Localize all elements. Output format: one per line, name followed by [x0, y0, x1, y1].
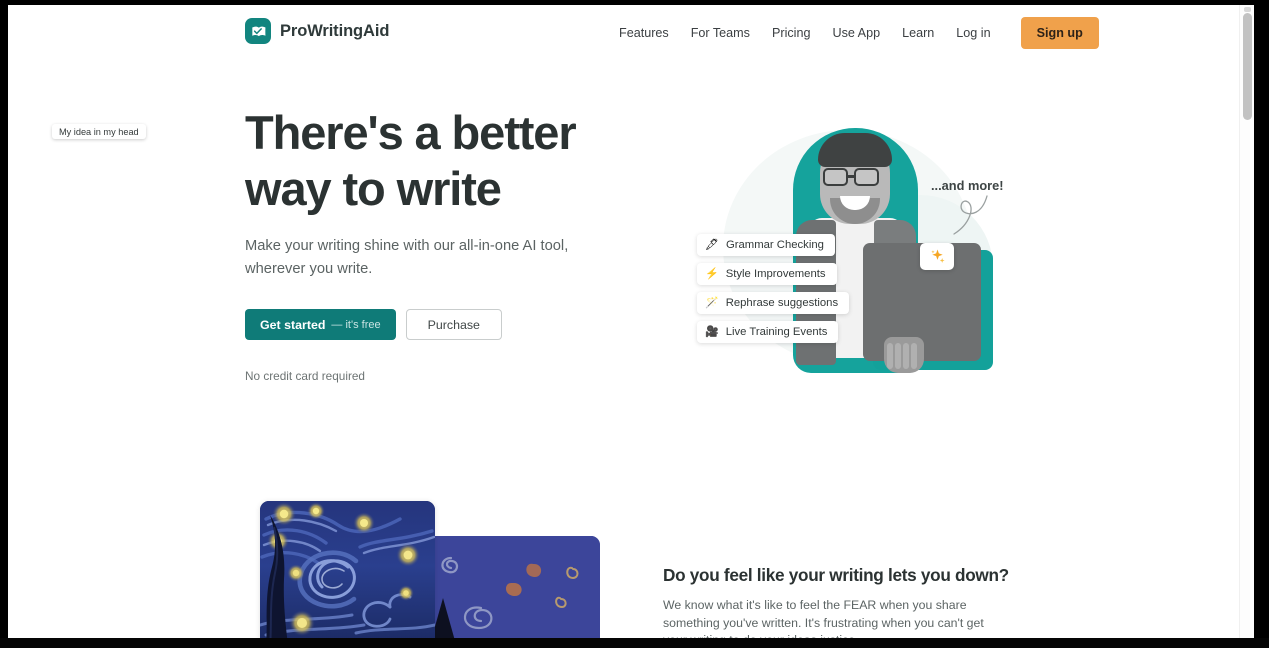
- magic-wand-icon: 🪄: [705, 296, 719, 309]
- film-camera-icon: 🎥: [705, 325, 719, 338]
- lower-text-block: Do you feel like your writing lets you d…: [663, 565, 1013, 638]
- glasses-lens-right: [854, 168, 879, 186]
- hero-title-line-1: There's a better: [245, 106, 577, 159]
- crude-drawing-card: [425, 536, 600, 638]
- window-left-bezel: [0, 0, 8, 648]
- nav-item-learn[interactable]: Learn: [891, 17, 945, 49]
- window-right-bezel: [1262, 0, 1269, 648]
- quill-pen-icon: 🖋: [705, 238, 719, 251]
- brand-logo-link[interactable]: ProWritingAid: [245, 18, 389, 44]
- hero-text-block: There's a better way to write Make your …: [245, 105, 645, 383]
- hero-cta-row: Get started — it's free Purchase: [245, 309, 645, 340]
- page-content: ProWritingAid Features For Teams Pricing…: [8, 5, 1239, 638]
- brand-name: ProWritingAid: [280, 21, 390, 40]
- person-hair: [818, 133, 892, 167]
- site-header: ProWritingAid Features For Teams Pricing…: [8, 5, 1239, 61]
- feature-badge-style-improvements: ⚡ Style Improvements: [697, 263, 837, 285]
- feature-badge-rephrase-suggestions: 🪄 Rephrase suggestions: [697, 292, 850, 314]
- finger: [895, 343, 901, 369]
- lower-section-body: We know what it's like to feel the FEAR …: [663, 598, 984, 638]
- nav-item-for-teams[interactable]: For Teams: [680, 17, 761, 49]
- lasso-pointer-line: [953, 195, 988, 235]
- sign-up-button[interactable]: Sign up: [1020, 17, 1099, 49]
- person-hand: [884, 337, 924, 373]
- feature-badge-label: Rephrase suggestions: [725, 297, 839, 309]
- nav-item-pricing[interactable]: Pricing: [761, 17, 822, 49]
- hero-title: There's a better way to write: [245, 105, 645, 217]
- window-bottom-bezel: [0, 638, 1269, 648]
- nav-item-use-app[interactable]: Use App: [821, 17, 891, 49]
- lightning-bolt-icon: ⚡: [705, 267, 719, 280]
- page-viewport: ProWritingAid Features For Teams Pricing…: [8, 5, 1254, 638]
- scrollbar-thumb[interactable]: [1243, 13, 1252, 120]
- hero-title-line-2: way to write: [245, 162, 502, 215]
- and-more-annotation: ...and more!: [931, 178, 1004, 193]
- get-started-label: Get started: [260, 317, 326, 332]
- scrollbar-top-cap[interactable]: [1244, 7, 1251, 12]
- starry-night-painting-card: [260, 501, 435, 638]
- finger: [911, 343, 917, 369]
- glasses-lens-left: [823, 168, 848, 186]
- feature-badge-list: 🖋 Grammar Checking ⚡ Style Improvements …: [697, 234, 850, 343]
- nav-item-features[interactable]: Features: [608, 17, 680, 49]
- get-started-sublabel: — it's free: [331, 318, 381, 331]
- vertical-scrollbar[interactable]: [1239, 5, 1254, 638]
- feature-badge-live-training-events: 🎥 Live Training Events: [697, 321, 839, 343]
- purchase-button[interactable]: Purchase: [405, 309, 502, 340]
- no-credit-card-note: No credit card required: [245, 369, 365, 383]
- prowritingaid-book-logo-icon: [245, 18, 271, 44]
- feature-badge-label: Live Training Events: [725, 326, 828, 338]
- finger: [887, 343, 893, 369]
- nav-item-log-in[interactable]: Log in: [945, 17, 1001, 49]
- feature-badge-label: Grammar Checking: [725, 239, 824, 251]
- lower-section-title: Do you feel like your writing lets you d…: [663, 565, 1009, 585]
- hero-illustration: ...and more! 🖋 Grammar Checking ⚡ Style …: [668, 100, 1028, 400]
- get-started-button[interactable]: Get started — it's free: [245, 309, 396, 340]
- hero-subtitle: Make your writing shine with our all-in-…: [245, 238, 569, 277]
- feature-badge-label: Style Improvements: [725, 268, 826, 280]
- main-navigation: Features For Teams Pricing Use App Learn…: [608, 17, 1099, 49]
- finger: [903, 343, 909, 369]
- idea-caption-label: My idea in my head: [52, 124, 146, 139]
- feature-badge-grammar-checking: 🖋 Grammar Checking: [697, 234, 835, 256]
- glasses-bridge: [848, 175, 854, 178]
- browser-window: ProWritingAid Features For Teams Pricing…: [0, 0, 1269, 648]
